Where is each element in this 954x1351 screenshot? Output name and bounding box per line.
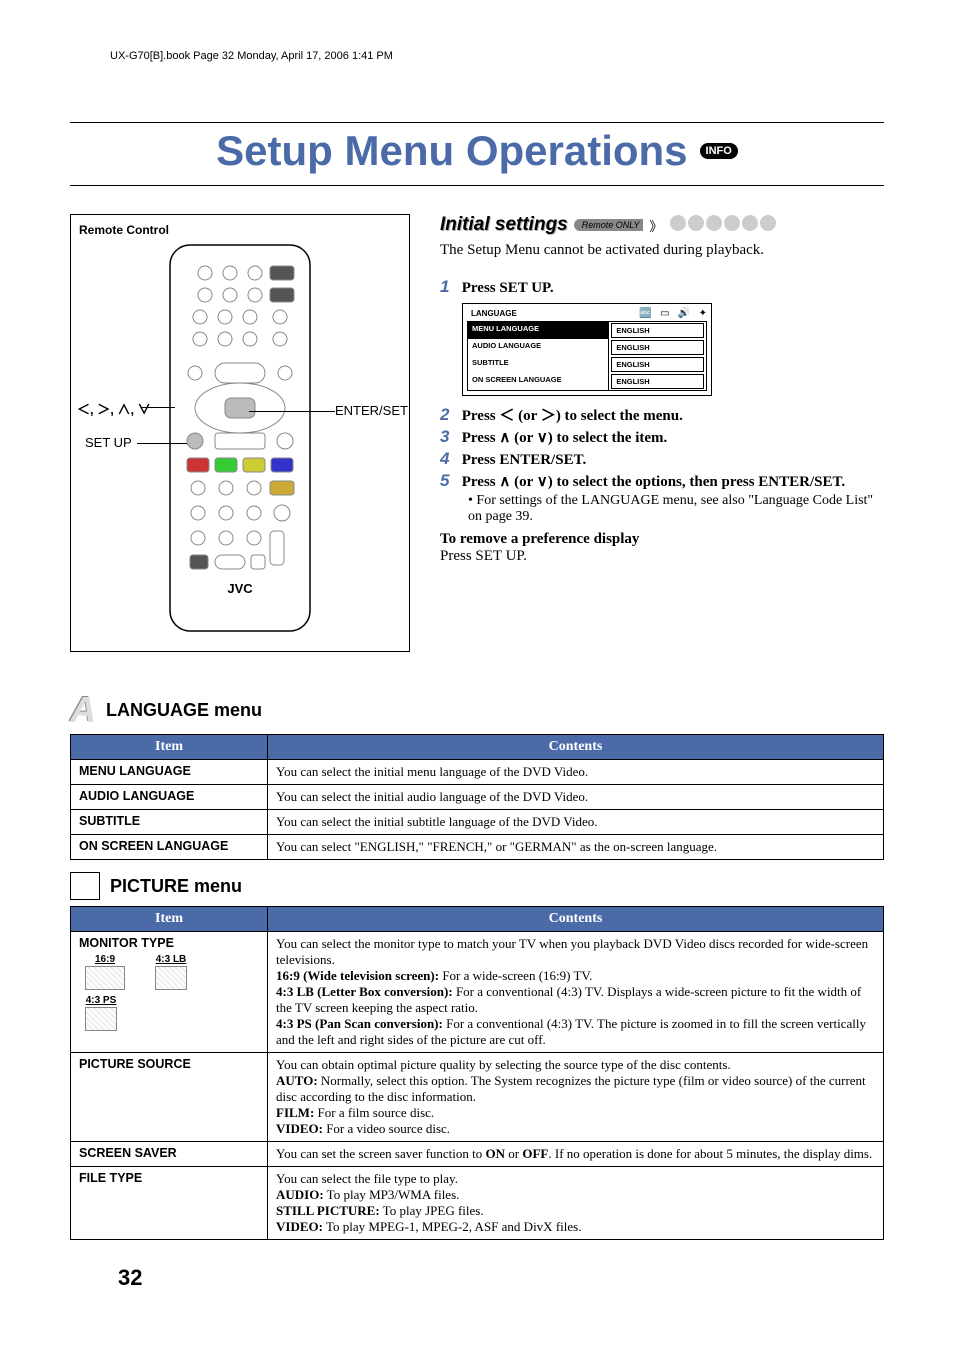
th-item: Item — [71, 735, 268, 760]
step-2: 2 Press ＜ (or ＞) to select the menu. — [440, 404, 884, 425]
osd-row: MENU LANGUAGEENGLISH — [468, 322, 706, 339]
rc-label-setup: SET UP — [85, 435, 132, 450]
language-menu-table: ItemContents MENU LANGUAGEYou can select… — [70, 734, 884, 860]
osd-tab-icons: 🔤 ▭ 🔊 ✦ — [639, 308, 707, 319]
picture-box-icon — [70, 872, 100, 900]
initial-settings-header: Initial settings Remote ONLY 》 — [440, 214, 884, 236]
svg-text:JVC: JVC — [227, 581, 253, 596]
osd-language-mockup: LANGUAGE 🔤 ▭ 🔊 ✦ MENU LANGUAGEENGLISH AU… — [462, 303, 712, 396]
osd-row: ON SCREEN LANGUAGEENGLISH — [468, 373, 706, 390]
rc-label-enter: ENTER/SET — [335, 403, 408, 418]
step-4: 4 Press ENTER/SET. — [440, 449, 884, 469]
language-letter-icon: A — [70, 692, 96, 728]
monitor-type-diagrams: 16:9 4:3 LB 4:3 PS — [79, 954, 259, 1034]
picture-menu-table: ItemContents MONITOR TYPE 16:9 4:3 LB 4:… — [70, 906, 884, 1240]
decorative-dots-icon — [668, 215, 776, 236]
th-item: Item — [71, 907, 268, 932]
page-number: 32 — [118, 1265, 142, 1291]
step-1: 1 Press SET UP. — [440, 277, 884, 297]
remove-preference-header: To remove a preference display — [440, 531, 884, 548]
table-row: ON SCREEN LANGUAGEYou can select "ENGLIS… — [71, 835, 884, 860]
language-menu-title: LANGUAGE menu — [106, 700, 262, 721]
rc-label-arrows: ＜, ＞, ∧, ∨ — [77, 399, 151, 418]
step-3: 3 Press ∧ (or ∨) to select the item. — [440, 427, 884, 447]
remote-control-panel: Remote Control — [70, 214, 410, 652]
step-5: 5 Press ∧ (or ∨) to select the options, … — [440, 471, 884, 491]
step-5-note: • For settings of the LANGUAGE menu, see… — [468, 493, 884, 525]
table-row: SCREEN SAVER You can set the screen save… — [71, 1142, 884, 1167]
table-row: FILE TYPE You can select the file type t… — [71, 1167, 884, 1240]
osd-row: AUDIO LANGUAGEENGLISH — [468, 339, 706, 356]
info-badge-icon: INFO — [700, 143, 738, 159]
page-title: Setup Menu Operations — [216, 127, 687, 175]
remote-illustration: JVC — [165, 243, 315, 633]
remove-preference-body: Press SET UP. — [440, 548, 884, 565]
table-row: PICTURE SOURCE You can obtain optimal pi… — [71, 1053, 884, 1142]
table-row: MENU LANGUAGEYou can select the initial … — [71, 760, 884, 785]
title-bar: Setup Menu Operations INFO — [70, 122, 884, 186]
osd-title: LANGUAGE — [471, 309, 517, 318]
picture-menu-title: PICTURE menu — [110, 876, 242, 897]
initial-settings-title: Initial settings — [440, 214, 568, 236]
picture-menu-header: PICTURE menu — [70, 872, 884, 900]
table-row: MONITOR TYPE 16:9 4:3 LB 4:3 PS You can … — [71, 932, 884, 1053]
language-menu-header: A LANGUAGE menu — [70, 692, 884, 728]
remote-control-title: Remote Control — [79, 223, 401, 237]
th-contents: Contents — [268, 735, 884, 760]
th-contents: Contents — [268, 907, 884, 932]
table-row: AUDIO LANGUAGEYou can select the initial… — [71, 785, 884, 810]
book-header-meta: UX-G70[B].book Page 32 Monday, April 17,… — [110, 50, 884, 62]
intro-text: The Setup Menu cannot be activated durin… — [440, 242, 884, 259]
osd-row: SUBTITLEENGLISH — [468, 356, 706, 373]
remote-only-badge: Remote ONLY — [574, 219, 644, 231]
table-row: SUBTITLEYou can select the initial subti… — [71, 810, 884, 835]
